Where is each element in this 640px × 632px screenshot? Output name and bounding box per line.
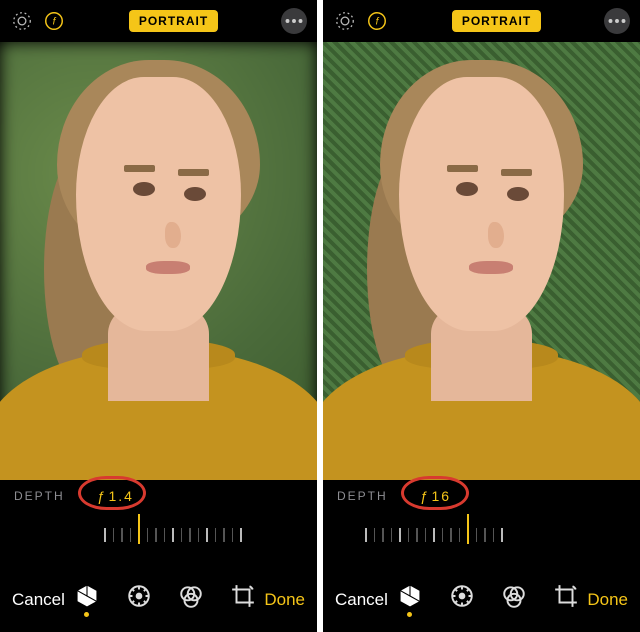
mode-badge[interactable]: PORTRAIT [129,10,218,32]
depth-control: DEPTH ƒ16 [323,480,640,568]
edit-tools [73,583,257,617]
depth-slider[interactable] [337,514,626,554]
photo-subject [323,42,640,480]
phone-screen-1: f PORTRAIT DEPTH ƒ16 Cancel Done [323,0,640,632]
aperture-value: ƒ1.4 [97,488,134,504]
cancel-button[interactable]: Cancel [335,590,388,610]
svg-text:f: f [53,17,57,28]
depth-label: DEPTH [14,489,65,503]
photo-subject [0,42,317,480]
depth-slider[interactable] [14,514,303,554]
top-bar: f PORTRAIT [323,0,640,42]
tool-crop[interactable] [229,583,257,617]
cancel-button[interactable]: Cancel [12,590,65,610]
photo-preview[interactable] [323,42,640,480]
more-icon[interactable] [604,8,630,34]
more-icon[interactable] [281,8,307,34]
bottom-bar: Cancel Done [0,568,317,632]
phone-screen-0: f PORTRAIT DEPTH ƒ1.4 Cancel Done [0,0,317,632]
tool-filters[interactable] [500,583,528,617]
mode-badge[interactable]: PORTRAIT [452,10,541,32]
depth-label: DEPTH [337,489,388,503]
live-photo-icon[interactable] [333,9,357,33]
aperture-icon[interactable]: f [365,9,389,33]
done-button[interactable]: Done [587,590,628,610]
aperture-value: ƒ16 [420,488,451,504]
live-photo-icon[interactable] [10,9,34,33]
depth-slider-pointer[interactable] [138,514,140,544]
tool-crop[interactable] [552,583,580,617]
tool-filters[interactable] [177,583,205,617]
depth-control: DEPTH ƒ1.4 [0,480,317,568]
edit-tools [396,583,580,617]
svg-text:f: f [376,17,380,28]
aperture-icon[interactable]: f [42,9,66,33]
done-button[interactable]: Done [264,590,305,610]
tool-portrait-lighting[interactable] [396,583,424,617]
depth-slider-pointer[interactable] [467,514,469,544]
tool-adjust[interactable] [125,583,153,617]
photo-preview[interactable] [0,42,317,480]
top-bar: f PORTRAIT [0,0,317,42]
tool-adjust[interactable] [448,583,476,617]
tool-portrait-lighting[interactable] [73,583,101,617]
bottom-bar: Cancel Done [323,568,640,632]
